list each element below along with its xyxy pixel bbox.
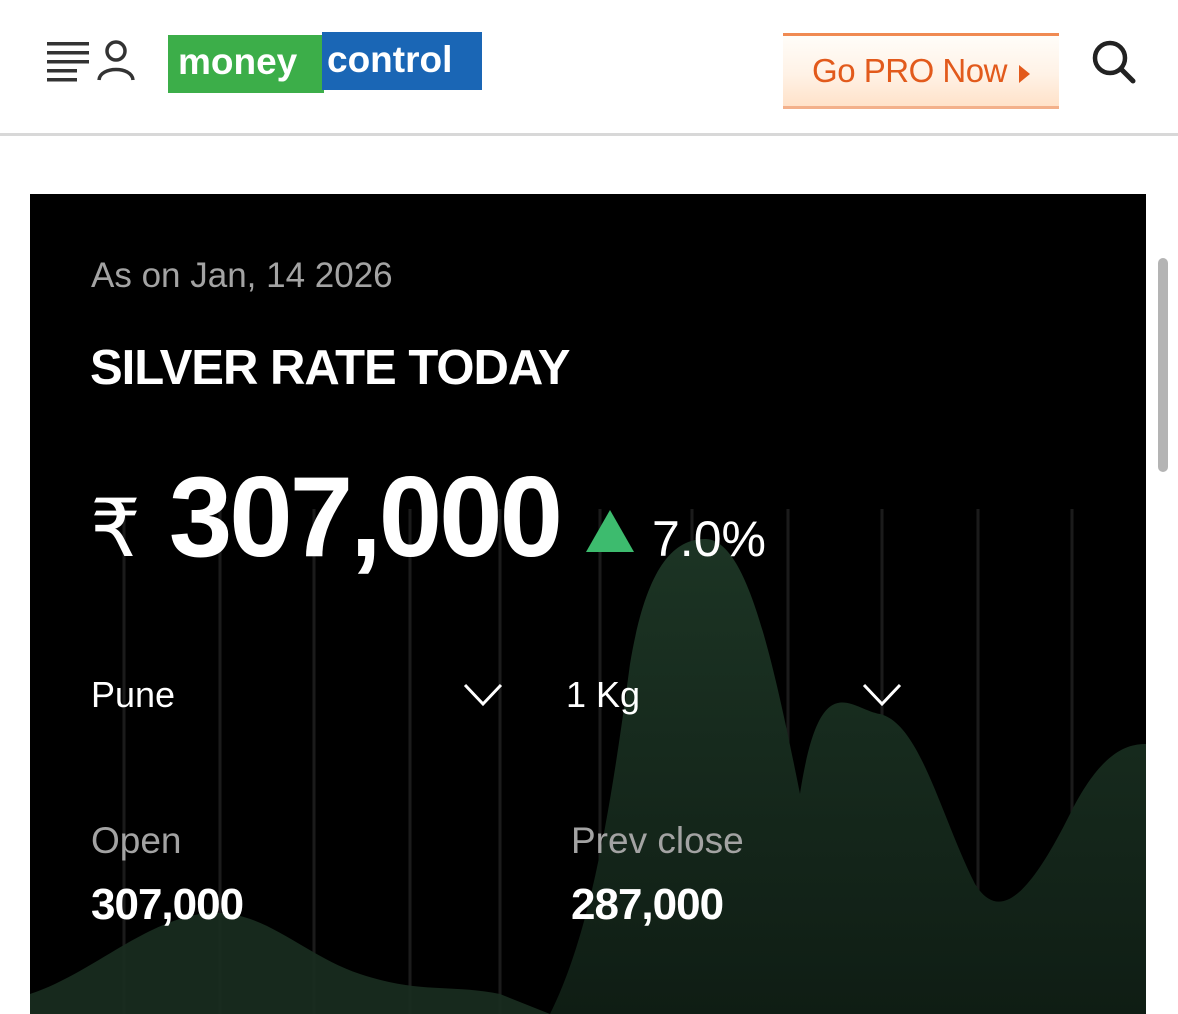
menu-user-button[interactable] <box>44 36 136 86</box>
moneycontrol-logo[interactable]: money control <box>168 32 482 94</box>
open-label: Open <box>91 820 182 861</box>
prev-close-label: Prev close <box>571 820 744 861</box>
silver-price: 307,000 <box>168 454 563 581</box>
unit-selected-value: 1 Kg <box>566 674 641 715</box>
logo-text-control: control <box>327 39 452 80</box>
go-pro-label: Go PRO Now <box>812 52 1007 89</box>
search-icon <box>1092 40 1136 84</box>
page-scrollbar[interactable] <box>1158 258 1168 472</box>
rupee-symbol: ₹ <box>90 484 141 573</box>
city-selected-value: Pune <box>91 674 176 715</box>
silver-rate-card: As on Jan, 14 2026 SILVER RATE TODAY ₹ 3… <box>30 194 1146 1014</box>
page-title: SILVER RATE TODAY <box>90 341 570 395</box>
chevron-down-icon <box>862 683 902 707</box>
go-pro-button[interactable]: Go PRO Now <box>783 33 1059 109</box>
as-on-date: As on Jan, 14 2026 <box>91 256 393 295</box>
logo-text-money: money <box>178 41 298 82</box>
price-change-percent: 7.0% <box>652 511 766 567</box>
menu-icon <box>47 40 135 82</box>
chevron-down-icon <box>463 683 503 707</box>
city-dropdown[interactable]: Pune <box>91 664 503 730</box>
top-header: money control Go PRO Now <box>0 0 1178 136</box>
play-arrow-icon <box>1018 65 1030 83</box>
price-row: ₹ 307,000 7.0% <box>90 452 766 583</box>
unit-dropdown[interactable]: 1 Kg <box>566 664 902 730</box>
user-icon <box>97 40 135 81</box>
prev-close-value: 287,000 <box>571 880 724 929</box>
up-triangle-icon <box>586 510 634 552</box>
open-value: 307,000 <box>91 880 244 929</box>
search-button[interactable] <box>1088 36 1140 88</box>
